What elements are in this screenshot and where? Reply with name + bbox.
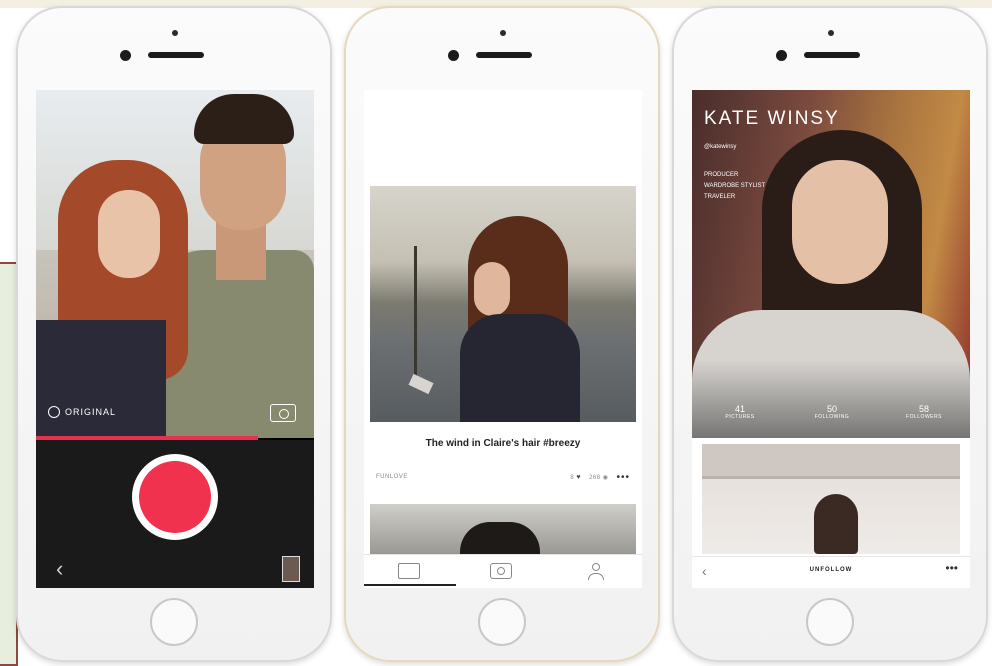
preview-woman-face (98, 190, 160, 278)
more-options-icon[interactable]: ••• (945, 562, 958, 574)
heart-icon: ♥ (576, 474, 582, 481)
likes-value: 8 (570, 475, 575, 481)
home-button[interactable] (806, 598, 854, 646)
image-phone (408, 373, 434, 395)
stat-label: FOLLOWING (814, 414, 850, 420)
post-caption: The wind in Claire's hair #breezy (425, 438, 581, 449)
camera-tab-icon[interactable] (490, 563, 512, 579)
front-camera (120, 50, 131, 61)
preview-woman-dress (36, 320, 166, 438)
gallery-person (814, 494, 858, 554)
like-count[interactable]: 8 ♥ (570, 474, 581, 481)
stat-value: 58 (918, 404, 929, 414)
home-button[interactable] (150, 598, 198, 646)
gallery-curtain (702, 444, 960, 479)
mode-label: ORIGINAL (65, 407, 117, 417)
image-pole (414, 246, 417, 382)
phone-camera-screen: ORIGINAL ‹ (16, 6, 332, 662)
views-value: 268 (589, 475, 601, 481)
unfollow-button[interactable]: UNFOLLOW (692, 567, 970, 573)
back-chevron-icon[interactable]: ‹ (56, 556, 63, 582)
more-options-icon[interactable]: ••• (616, 472, 630, 482)
earpiece-speaker (804, 52, 860, 58)
flip-camera-icon[interactable] (270, 404, 296, 422)
stat-pictures[interactable]: 41 PICTURES (700, 404, 780, 420)
proximity-sensor (828, 30, 834, 36)
image-dress (460, 314, 580, 422)
front-camera (776, 50, 787, 61)
feed-screen: The wind in Claire's hair #breezy FUNLOV… (364, 90, 642, 588)
front-camera (448, 50, 459, 61)
view-count: 268 ◉ (589, 475, 609, 481)
image-face (474, 262, 510, 316)
profile-handle: @katewinsy (704, 144, 737, 150)
bio-line: TRAVELER (704, 194, 736, 200)
feed-post-image[interactable] (370, 186, 636, 422)
proximity-sensor (500, 30, 506, 36)
next-post-preview[interactable] (370, 504, 636, 554)
profile-action-bar: ‹ UNFOLLOW ••• (692, 556, 970, 588)
earpiece-speaker (476, 52, 532, 58)
profile-tab-icon[interactable] (586, 563, 608, 580)
camera-screen: ORIGINAL ‹ (36, 90, 314, 588)
original-mode-toggle[interactable]: ORIGINAL (48, 406, 116, 418)
post-author[interactable]: FUNLOVE (376, 474, 408, 480)
phone-profile-screen: KATE WINSY @katewinsy PRODUCER WARDROBE … (672, 6, 988, 662)
gallery-thumbnail[interactable] (282, 556, 300, 582)
bio-line: WARDROBE STYLIST (704, 183, 766, 189)
stat-value: 41 (734, 404, 745, 414)
profile-cover-photo (692, 90, 970, 438)
next-post-head (460, 522, 540, 554)
camera-preview: ORIGINAL (36, 90, 314, 438)
profile-stats: 41 PICTURES 50 FOLLOWING 58 FOLLOWERS (692, 404, 970, 432)
stat-value: 50 (826, 404, 837, 414)
home-button[interactable] (478, 598, 526, 646)
home-tab-icon[interactable] (398, 563, 420, 579)
active-tab-indicator (364, 584, 456, 586)
profile-screen: KATE WINSY @katewinsy PRODUCER WARDROBE … (692, 90, 970, 588)
profile-name: KATE WINSY (704, 108, 840, 129)
gallery-photo[interactable] (702, 444, 960, 554)
bio-line: PRODUCER (704, 172, 739, 178)
stat-label: PICTURES (725, 414, 755, 420)
post-meta-row: FUNLOVE 8 ♥ 268 ◉ ••• (376, 472, 630, 486)
stat-followers[interactable]: 58 FOLLOWERS (884, 404, 964, 420)
record-button[interactable] (132, 454, 218, 540)
stat-label: FOLLOWERS (906, 414, 942, 420)
stat-following[interactable]: 50 FOLLOWING (792, 404, 872, 420)
profile-gallery (692, 438, 970, 556)
camera-controls: ‹ (36, 440, 314, 588)
profile-bio: PRODUCER WARDROBE STYLIST TRAVELER (704, 170, 765, 203)
cover-face (792, 160, 888, 284)
proximity-sensor (172, 30, 178, 36)
original-mode-icon (48, 406, 60, 418)
bottom-tab-bar (364, 554, 642, 588)
phone-feed-screen: The wind in Claire's hair #breezy FUNLOV… (344, 6, 660, 662)
earpiece-speaker (148, 52, 204, 58)
